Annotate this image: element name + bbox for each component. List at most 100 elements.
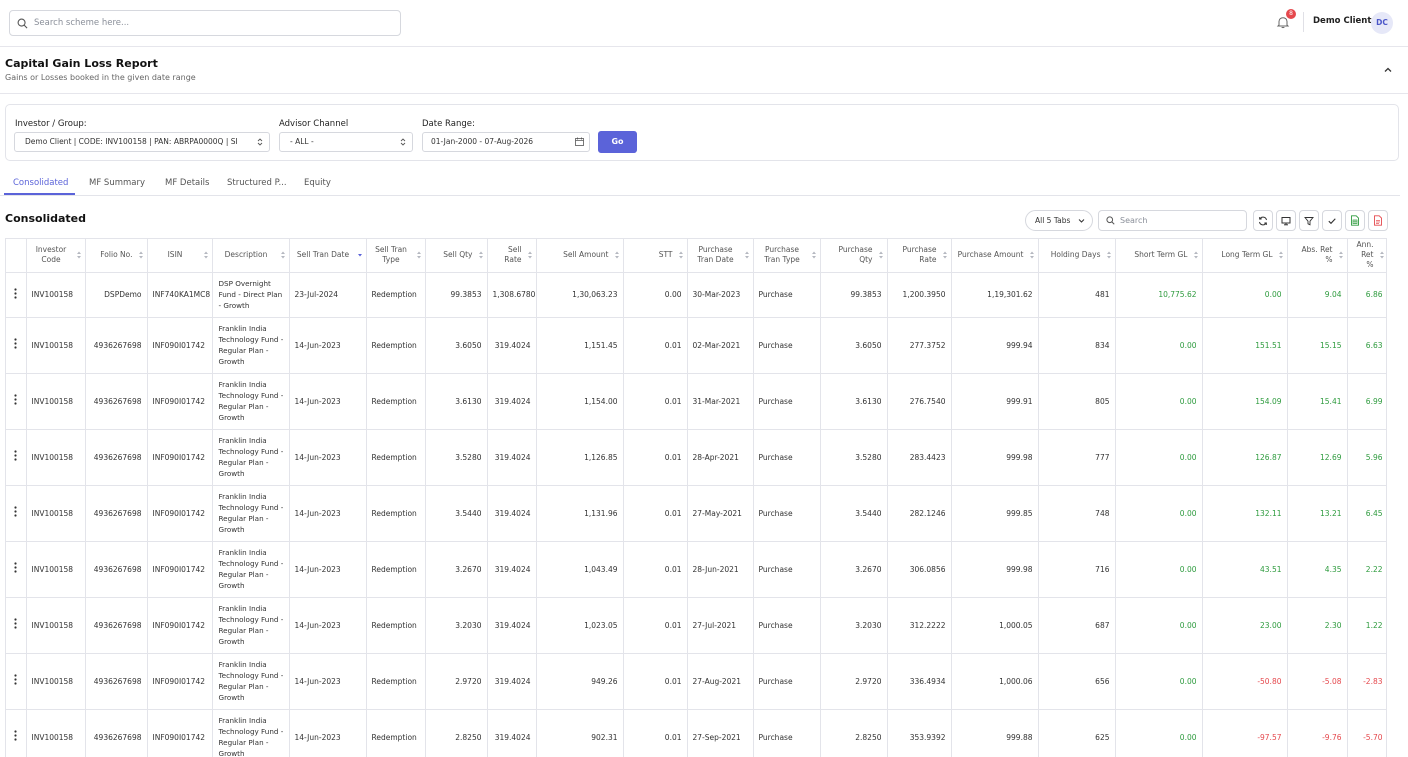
investor-select[interactable]: Demo Client | CODE: INV100158 | PAN: ABR… bbox=[14, 132, 270, 152]
kebab-menu-icon[interactable] bbox=[14, 450, 17, 461]
sort-icon[interactable] bbox=[203, 250, 209, 260]
table-search-input[interactable]: Search bbox=[1098, 210, 1247, 231]
refresh-button[interactable] bbox=[1253, 210, 1273, 231]
tab-equity[interactable]: Equity bbox=[304, 178, 331, 188]
tab-mf-details[interactable]: MF Details bbox=[165, 178, 209, 188]
column-header[interactable]: Holding Days bbox=[1038, 239, 1116, 273]
table-cell: INF090I01742 bbox=[147, 317, 213, 374]
column-header[interactable]: Purchase Tran Type bbox=[753, 239, 821, 273]
column-header[interactable]: Sell Amount bbox=[536, 239, 624, 273]
sort-icon[interactable] bbox=[1278, 250, 1284, 260]
go-button[interactable]: Go bbox=[598, 131, 637, 153]
column-header[interactable]: Investor Code bbox=[26, 239, 86, 273]
kebab-menu-icon[interactable] bbox=[14, 618, 17, 629]
tab-mf-summary[interactable]: MF Summary bbox=[89, 178, 145, 188]
table-cell: 0.00 bbox=[1115, 541, 1203, 598]
column-header[interactable]: Sell Rate bbox=[487, 239, 537, 273]
table-search-placeholder: Search bbox=[1120, 216, 1148, 225]
table-cell: 276.7540 bbox=[887, 373, 952, 430]
chevron-up-icon[interactable] bbox=[1383, 65, 1393, 75]
table-cell: 27-Jul-2021 bbox=[687, 597, 754, 654]
sort-icon[interactable] bbox=[138, 250, 144, 260]
table-cell: 481 bbox=[1038, 272, 1116, 318]
table-cell: Purchase bbox=[753, 709, 821, 757]
sort-icon[interactable] bbox=[811, 250, 817, 260]
row-menu-cell[interactable] bbox=[6, 653, 27, 710]
sort-icon[interactable] bbox=[1193, 250, 1199, 260]
table-cell: 3.5280 bbox=[820, 429, 888, 486]
display-button[interactable] bbox=[1276, 210, 1296, 231]
column-header-label: Sell Tran Date bbox=[296, 250, 350, 260]
column-header[interactable]: Description bbox=[212, 239, 290, 273]
user-name[interactable]: Demo Client bbox=[1313, 16, 1371, 26]
kebab-menu-icon[interactable] bbox=[14, 674, 17, 685]
column-header[interactable]: Short Term GL bbox=[1115, 239, 1203, 273]
column-header[interactable]: Ann. Ret % bbox=[1347, 239, 1386, 273]
select-columns-button[interactable] bbox=[1322, 210, 1342, 231]
column-header[interactable]: Sell Tran Type bbox=[366, 239, 426, 273]
row-menu-cell[interactable] bbox=[6, 709, 27, 757]
table-cell: Purchase bbox=[753, 272, 821, 318]
export-excel-button[interactable] bbox=[1345, 210, 1365, 231]
column-header[interactable]: Long Term GL bbox=[1202, 239, 1288, 273]
sort-icon[interactable] bbox=[76, 250, 82, 260]
filter-button[interactable] bbox=[1299, 210, 1319, 231]
column-header[interactable]: Folio No. bbox=[85, 239, 148, 273]
calendar-icon bbox=[575, 137, 584, 146]
table-cell: 13.21 bbox=[1287, 485, 1348, 542]
tab-selector-dropdown[interactable]: All 5 Tabs bbox=[1025, 210, 1093, 231]
sort-icon[interactable] bbox=[878, 250, 884, 260]
column-header[interactable]: Purchase Qty bbox=[820, 239, 888, 273]
sort-icon[interactable] bbox=[614, 250, 620, 260]
sort-icon[interactable] bbox=[1379, 250, 1385, 260]
column-header[interactable]: ISIN bbox=[147, 239, 213, 273]
kebab-menu-icon[interactable] bbox=[14, 338, 17, 349]
tab-selector-label: All 5 Tabs bbox=[1035, 216, 1071, 225]
column-header[interactable]: Abs. Ret % bbox=[1287, 239, 1348, 273]
row-menu-cell[interactable] bbox=[6, 597, 27, 654]
advisor-channel-select[interactable]: - ALL - bbox=[279, 132, 413, 152]
row-menu-cell[interactable] bbox=[6, 272, 27, 318]
table-cell: Redemption bbox=[366, 373, 426, 430]
sort-icon[interactable] bbox=[478, 250, 484, 260]
scheme-search-input[interactable]: Search scheme here... bbox=[9, 10, 401, 36]
table-cell: -9.76 bbox=[1287, 709, 1348, 757]
table-cell: 99.3853 bbox=[820, 272, 888, 318]
row-menu-cell[interactable] bbox=[6, 485, 27, 542]
tab-consolidated[interactable]: Consolidated bbox=[13, 178, 68, 188]
tab-structured-products[interactable]: Structured P... bbox=[227, 178, 287, 188]
export-pdf-button[interactable] bbox=[1368, 210, 1388, 231]
sort-icon[interactable] bbox=[527, 250, 533, 260]
sort-icon[interactable] bbox=[1029, 250, 1035, 260]
row-menu-cell[interactable] bbox=[6, 541, 27, 598]
sort-icon[interactable] bbox=[280, 250, 286, 260]
table-cell: 3.5440 bbox=[820, 485, 888, 542]
kebab-menu-icon[interactable] bbox=[14, 394, 17, 405]
table-cell: Franklin India Technology Fund - Regular… bbox=[212, 541, 290, 598]
avatar[interactable]: DC bbox=[1371, 12, 1393, 34]
sort-icon[interactable] bbox=[744, 250, 750, 260]
column-header[interactable]: Purchase Rate bbox=[887, 239, 952, 273]
column-header[interactable]: STT bbox=[623, 239, 688, 273]
kebab-menu-icon[interactable] bbox=[14, 287, 17, 299]
column-header-label: Description bbox=[224, 250, 268, 260]
table-cell: 2.22 bbox=[1347, 541, 1386, 598]
column-header[interactable]: Sell Tran Date bbox=[289, 239, 367, 273]
column-header[interactable]: Purchase Tran Date bbox=[687, 239, 754, 273]
kebab-menu-icon[interactable] bbox=[14, 562, 17, 573]
sort-icon[interactable] bbox=[1338, 250, 1344, 260]
sort-desc-icon[interactable] bbox=[357, 250, 363, 260]
column-header[interactable]: Sell Qty bbox=[425, 239, 488, 273]
row-menu-cell[interactable] bbox=[6, 429, 27, 486]
row-menu-cell[interactable] bbox=[6, 317, 27, 374]
column-header[interactable]: Purchase Amount bbox=[951, 239, 1039, 273]
filter-icon bbox=[1304, 216, 1314, 226]
kebab-menu-icon[interactable] bbox=[14, 730, 17, 741]
sort-icon[interactable] bbox=[1106, 250, 1112, 260]
row-menu-cell[interactable] bbox=[6, 373, 27, 430]
kebab-menu-icon[interactable] bbox=[14, 506, 17, 517]
sort-icon[interactable] bbox=[416, 250, 422, 260]
date-range-input[interactable]: 01-Jan-2000 - 07-Aug-2026 bbox=[422, 132, 590, 152]
sort-icon[interactable] bbox=[678, 250, 684, 260]
sort-icon[interactable] bbox=[942, 250, 948, 260]
